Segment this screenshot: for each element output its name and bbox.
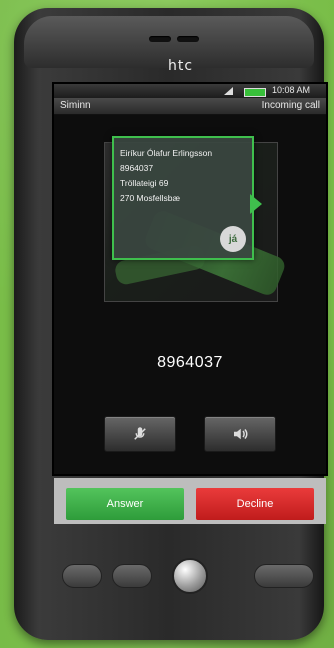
caller-street: Tröllateigi 69 xyxy=(120,178,169,188)
hardware-buttons xyxy=(34,556,328,610)
caller-info-popup: Eiríkur Ólafur Erlingsson 8964037 Trölla… xyxy=(112,136,254,260)
brand-logo: htc xyxy=(168,58,194,74)
mute-button[interactable] xyxy=(104,416,176,452)
ja-logo: já xyxy=(220,226,246,252)
caller-phone: 8964037 xyxy=(120,163,154,173)
back-key[interactable] xyxy=(254,564,314,588)
home-key[interactable] xyxy=(62,564,102,588)
caller-city: 270 Mosfellsbæ xyxy=(120,193,181,203)
call-state: Incoming call xyxy=(261,100,320,111)
call-header-bar: Siminn Incoming call xyxy=(54,98,326,115)
answer-button[interactable]: Answer xyxy=(66,488,184,520)
speaker-icon xyxy=(234,428,248,440)
status-bar: 10:08 AM xyxy=(54,84,326,98)
caller-name: Eiríkur Ólafur Erlingsson xyxy=(120,148,213,158)
signal-icon xyxy=(224,87,233,95)
caller-info-lines: Eiríkur Ólafur Erlingsson 8964037 Trölla… xyxy=(120,146,212,206)
carrier-name: Siminn xyxy=(60,100,91,111)
earpiece-speaker xyxy=(149,36,199,42)
menu-key[interactable] xyxy=(112,564,152,588)
mute-microphone-icon xyxy=(134,427,146,440)
speaker-button[interactable] xyxy=(204,416,276,452)
phone-screen: 10:08 AM Siminn Incoming call Eiríkur Ól… xyxy=(52,82,328,524)
decline-button[interactable]: Decline xyxy=(196,488,314,520)
caller-number: 8964037 xyxy=(157,354,223,371)
status-time: 10:08 AM xyxy=(272,85,311,95)
trackball[interactable] xyxy=(172,558,208,594)
phone-device: htc 10:08 AM Siminn Incoming call Eiríku… xyxy=(14,8,328,640)
popup-arrow xyxy=(250,194,262,214)
battery-icon xyxy=(244,88,266,97)
